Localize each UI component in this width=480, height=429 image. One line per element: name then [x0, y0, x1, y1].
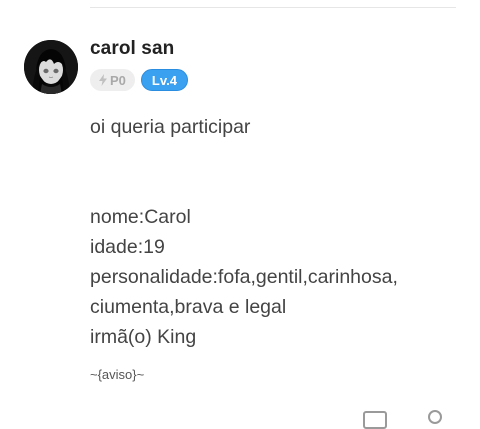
message-line: idade:19 [90, 236, 165, 258]
comment-icon[interactable] [363, 411, 387, 429]
bolt-icon [99, 74, 107, 86]
message-line: oi queria participar [90, 116, 251, 138]
comment-actions [360, 405, 480, 429]
user-badges: P0 Lv.4 [90, 69, 188, 91]
message-line: ciumenta,brava e legal [90, 296, 287, 318]
message-line: irmã(o) King [90, 326, 197, 348]
top-divider [90, 7, 456, 8]
points-badge[interactable]: P0 [90, 69, 135, 91]
like-icon[interactable] [428, 410, 442, 424]
message-line: nome:Carol [90, 206, 191, 228]
signature: ~{aviso}~ [90, 367, 145, 382]
level-badge[interactable]: Lv.4 [140, 69, 188, 91]
username[interactable]: carol san [90, 38, 174, 60]
message-line: personalidade:fofa,gentil,carinhosa, [90, 266, 398, 288]
points-badge-label: P0 [110, 72, 126, 88]
anime-girl-avatar-icon [24, 40, 78, 94]
comment-body: oi queria participar nome:Carol idade:19… [90, 112, 460, 352]
avatar[interactable] [24, 40, 78, 94]
